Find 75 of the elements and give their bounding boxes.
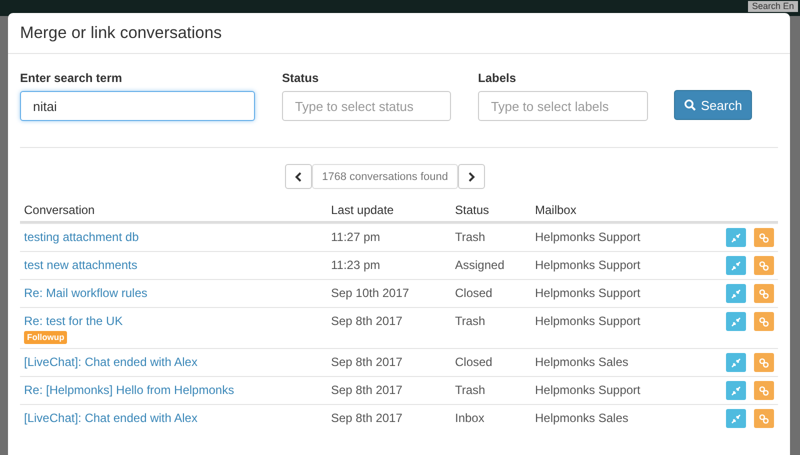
mailbox-cell-text: Helpmonks Sales [535, 354, 630, 371]
mailbox-cell-text: Helpmonks Support [535, 285, 642, 302]
link-icon [759, 358, 769, 368]
input-field[interactable]: Type to select status [282, 91, 451, 121]
status-cell-text: Trash [455, 313, 486, 330]
last-update-cell-text: Sep 8th 2017 [331, 313, 404, 330]
last-update-cell-text: Sep 10th 2017 [331, 285, 410, 302]
status-cell-text: Assigned [455, 257, 506, 274]
field-label: Status [282, 71, 320, 86]
merge-button[interactable] [726, 353, 746, 372]
input-field[interactable]: nitai [20, 91, 255, 121]
conversation-link[interactable]: test new attachments [24, 257, 138, 274]
search-button[interactable]: Search [674, 90, 752, 120]
dialog-title: Merge or link conversations [20, 24, 222, 42]
last-update-cell-text: 11:27 pm [331, 229, 382, 246]
conversation-link[interactable]: testing attachment db [24, 229, 139, 246]
next-page-button[interactable] [458, 164, 485, 189]
chevron-right-icon [468, 172, 475, 182]
arrows-inward-icon [731, 288, 741, 298]
mailbox-cell-text: Helpmonks Support [535, 382, 642, 399]
conversation-link[interactable]: [LiveChat]: Chat ended with Alex [24, 410, 198, 427]
conversation-link[interactable]: Re: test for the UK [24, 313, 123, 330]
merge-button[interactable] [726, 284, 746, 303]
arrows-inward-icon [731, 232, 741, 242]
input-field[interactable]: Type to select labels [478, 91, 648, 121]
column-header: Conversation [24, 203, 96, 217]
chevron-left-icon [295, 172, 302, 182]
link-button[interactable] [754, 381, 774, 400]
link-button[interactable] [754, 284, 774, 303]
mailbox-cell-text: Helpmonks Support [535, 257, 642, 274]
status-cell-text: Inbox [455, 410, 486, 427]
merge-button[interactable] [726, 381, 746, 400]
link-icon [759, 232, 769, 242]
previous-page-button[interactable] [285, 164, 312, 189]
field-label: Labels [478, 71, 518, 86]
link-button[interactable] [754, 312, 774, 331]
mailbox-cell-text: Helpmonks Support [535, 313, 642, 330]
link-icon [759, 414, 769, 424]
arrows-inward-icon [731, 316, 741, 326]
followup-tag: Followup [24, 331, 68, 344]
link-button[interactable] [754, 353, 774, 372]
link-button[interactable] [754, 228, 774, 247]
last-update-cell-text: Sep 8th 2017 [331, 410, 404, 427]
arrows-inward-icon [731, 358, 741, 368]
status-cell-text: Trash [455, 229, 486, 246]
search-icon [684, 99, 696, 111]
arrows-inward-icon [731, 386, 741, 396]
column-header: Status [455, 203, 490, 217]
column-header: Mailbox [535, 203, 578, 217]
field-label: Enter search term [20, 71, 124, 86]
conversation-link[interactable]: [LiveChat]: Chat ended with Alex [24, 354, 198, 371]
merge-button[interactable] [726, 312, 746, 331]
link-button[interactable] [754, 409, 774, 428]
link-icon [759, 316, 769, 326]
status-cell-text: Trash [455, 382, 486, 399]
status-cell-text: Closed [455, 354, 494, 371]
arrows-inward-icon [731, 414, 741, 424]
results-count: 1768 conversations found [312, 164, 458, 189]
mailbox-cell-text: Helpmonks Sales [535, 410, 630, 427]
status-cell-text: Closed [455, 285, 494, 302]
last-update-cell-text: Sep 8th 2017 [331, 354, 404, 371]
mailbox-cell-text: Helpmonks Support [535, 229, 642, 246]
link-button[interactable] [754, 256, 774, 275]
merge-button[interactable] [726, 409, 746, 428]
merge-button[interactable] [726, 256, 746, 275]
conversation-link[interactable]: Re: Mail workflow rules [24, 285, 148, 302]
last-update-cell-text: Sep 8th 2017 [331, 382, 404, 399]
merge-button[interactable] [726, 228, 746, 247]
last-update-cell-text: 11:23 pm [331, 257, 382, 274]
link-icon [759, 260, 769, 270]
link-icon [759, 386, 769, 396]
conversation-link[interactable]: Re: [Helpmonks] Hello from Helpmonks [24, 382, 234, 399]
arrows-inward-icon [731, 260, 741, 270]
link-icon [759, 288, 769, 298]
column-header: Last update [331, 203, 395, 217]
